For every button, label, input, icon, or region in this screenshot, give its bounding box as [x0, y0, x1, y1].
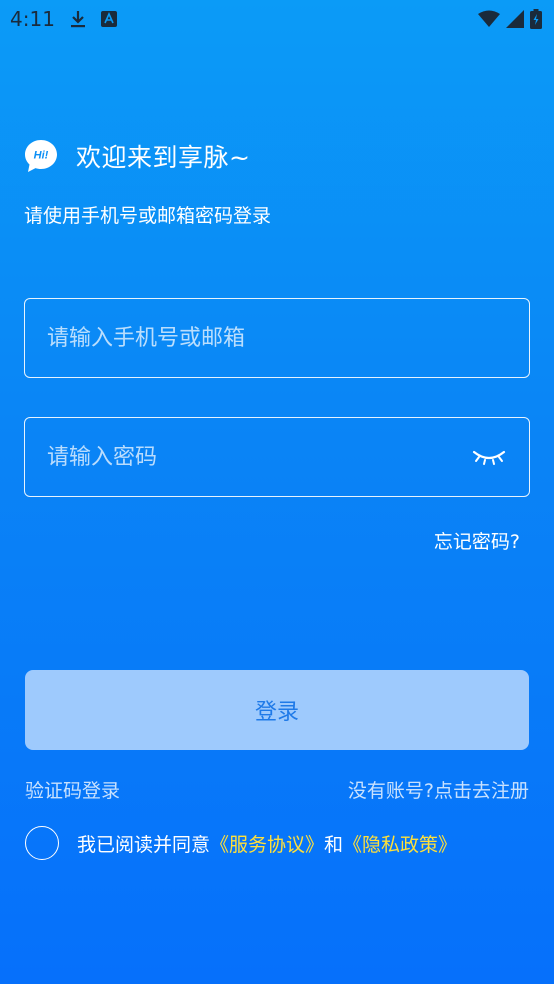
- privacy-policy-link[interactable]: 《隐私政策》: [343, 834, 457, 856]
- battery-icon: [530, 9, 542, 29]
- status-time: 4:11: [10, 7, 55, 31]
- eye-closed-icon[interactable]: [471, 445, 507, 469]
- sms-login-link[interactable]: 验证码登录: [25, 776, 120, 803]
- download-icon: [69, 9, 87, 29]
- agreement-text: 我已阅读并同意《服务协议》和《隐私政策》: [77, 830, 457, 857]
- service-agreement-link[interactable]: 《服务协议》: [210, 834, 324, 856]
- wifi-icon: [478, 10, 500, 28]
- password-field[interactable]: [24, 417, 530, 497]
- welcome-row: Hi! 欢迎来到享脉~: [24, 138, 250, 174]
- password-input[interactable]: [47, 444, 471, 470]
- status-left: 4:11: [10, 7, 117, 31]
- page-subtitle: 请使用手机号或邮箱密码登录: [24, 205, 272, 227]
- agreement-prefix: 我已阅读并同意: [77, 833, 211, 856]
- login-button[interactable]: 登录: [25, 670, 529, 750]
- agreement-and: 和: [324, 833, 344, 856]
- logo-text: Hi!: [34, 150, 49, 162]
- signal-icon: [506, 10, 524, 28]
- forgot-password-link[interactable]: 忘记密码?: [434, 527, 520, 554]
- register-link[interactable]: 没有账号?点击去注册: [348, 776, 529, 803]
- agreement-checkbox[interactable]: [25, 826, 59, 860]
- phone-email-field[interactable]: [24, 298, 530, 378]
- status-bar: 4:11: [0, 0, 554, 38]
- app-notification-icon: [100, 11, 117, 27]
- status-right: [478, 9, 542, 29]
- links-row: 验证码登录 没有账号?点击去注册: [25, 776, 529, 803]
- phone-email-input[interactable]: [47, 325, 507, 351]
- page-title: 欢迎来到享脉~: [76, 143, 251, 172]
- agreement-row: 我已阅读并同意《服务协议》和《隐私政策》: [25, 826, 457, 860]
- hi-chat-logo-icon: Hi!: [24, 139, 58, 173]
